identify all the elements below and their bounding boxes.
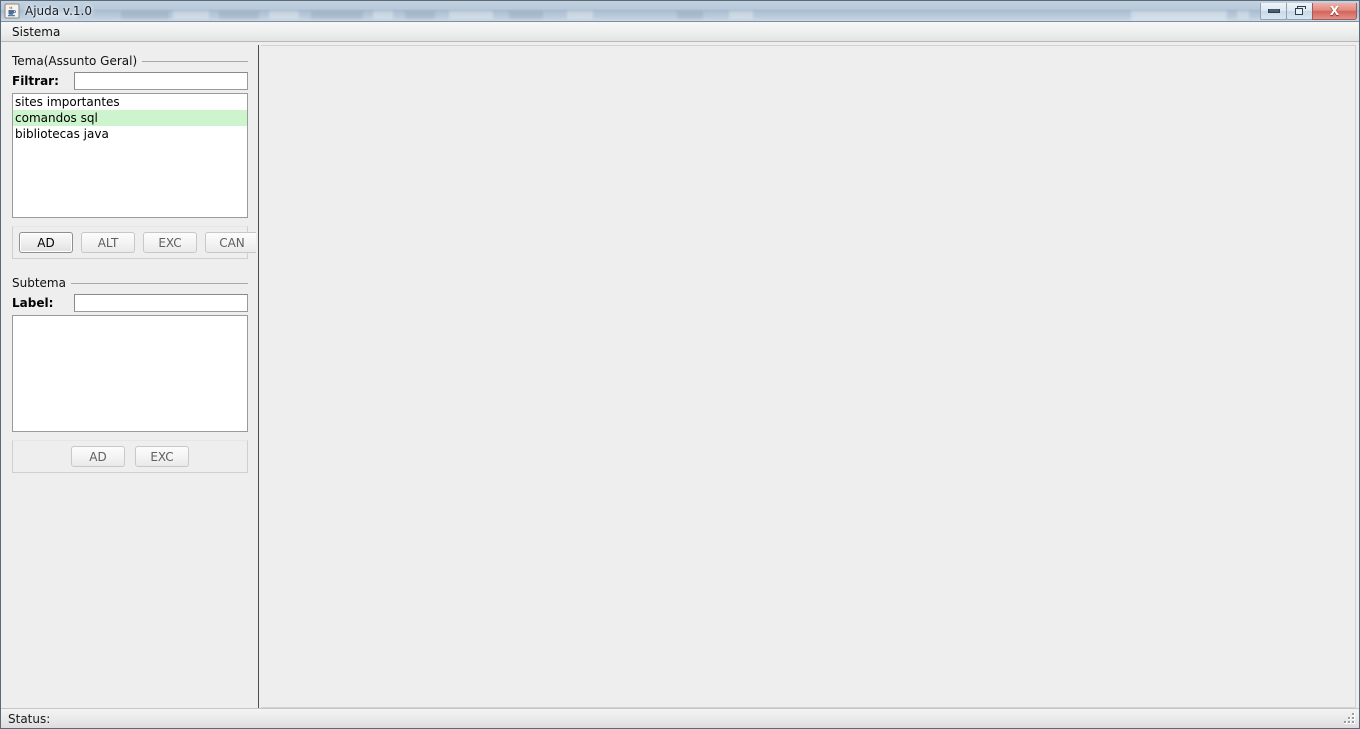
subtema-group-divider bbox=[70, 282, 248, 284]
subtema-listbox[interactable] bbox=[12, 315, 248, 432]
resize-grip[interactable] bbox=[1344, 713, 1357, 726]
filter-row: Filtrar: bbox=[12, 72, 248, 90]
filter-label: Filtrar: bbox=[12, 74, 59, 88]
tema-group-header: Tema(Assunto Geral) bbox=[12, 53, 248, 69]
tema-listbox[interactable]: sites importantes comandos sql bibliotec… bbox=[12, 93, 248, 218]
restore-button[interactable] bbox=[1286, 2, 1313, 20]
panel-splitter[interactable] bbox=[256, 45, 261, 708]
tema-button-bar: AD ALT EXC CAN bbox=[12, 226, 259, 259]
subtema-add-button[interactable]: AD bbox=[71, 446, 125, 467]
tema-delete-button[interactable]: EXC bbox=[143, 232, 197, 253]
tema-group-title: Tema(Assunto Geral) bbox=[12, 54, 138, 68]
subtema-group: Subtema Label: bbox=[12, 275, 248, 432]
subtema-label-input[interactable] bbox=[74, 294, 248, 312]
right-content-panel bbox=[261, 45, 1356, 708]
subtema-group-header: Subtema bbox=[12, 275, 248, 291]
close-button[interactable]: X bbox=[1312, 2, 1357, 20]
subtema-button-bar: AD EXC bbox=[12, 440, 248, 473]
tema-cancel-button[interactable]: CAN bbox=[205, 232, 259, 253]
close-icon: X bbox=[1329, 3, 1340, 18]
main-content-area: Tema(Assunto Geral) Filtrar: sites impor… bbox=[1, 42, 1359, 708]
list-item[interactable]: sites importantes bbox=[13, 94, 247, 110]
status-label: Status: bbox=[8, 711, 51, 726]
tema-group: Tema(Assunto Geral) Filtrar: sites impor… bbox=[12, 53, 248, 218]
subtema-group-title: Subtema bbox=[12, 276, 66, 290]
subtema-label: Label: bbox=[12, 296, 54, 310]
tema-add-button[interactable]: AD bbox=[19, 232, 73, 253]
minimize-button[interactable] bbox=[1260, 2, 1287, 20]
filter-input[interactable] bbox=[74, 72, 248, 90]
menu-bar: Sistema bbox=[1, 22, 1359, 42]
tema-alter-button[interactable]: ALT bbox=[81, 232, 135, 253]
left-panel: Tema(Assunto Geral) Filtrar: sites impor… bbox=[4, 45, 259, 708]
tema-group-divider bbox=[142, 60, 248, 62]
minimize-icon bbox=[1267, 8, 1280, 13]
glass-background-reflection bbox=[1, 1, 1359, 21]
menu-item-sistema[interactable]: Sistema bbox=[8, 24, 64, 40]
status-bar: Status: bbox=[1, 708, 1359, 728]
list-item[interactable]: bibliotecas java bbox=[13, 126, 247, 142]
subtema-delete-button[interactable]: EXC bbox=[135, 446, 189, 467]
java-coffee-cup-icon bbox=[4, 3, 20, 19]
restore-icon bbox=[1295, 6, 1306, 15]
list-item[interactable]: comandos sql bbox=[13, 110, 247, 126]
label-row: Label: bbox=[12, 294, 248, 312]
window-title: Ajuda v.1.0 bbox=[25, 4, 93, 18]
application-window: Ajuda v.1.0 X Sistema Tema(Assunto Geral… bbox=[0, 0, 1360, 729]
window-controls: X bbox=[1260, 1, 1357, 21]
title-bar[interactable]: Ajuda v.1.0 X bbox=[1, 1, 1359, 22]
